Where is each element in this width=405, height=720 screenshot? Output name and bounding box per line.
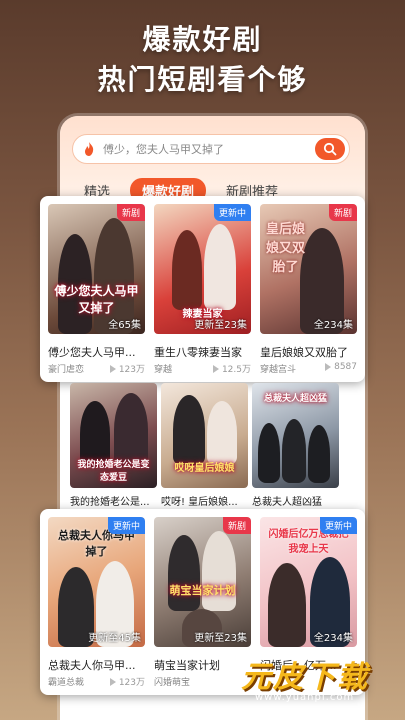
episode-count: 更新至23集 [194,320,247,331]
poster-title: 傅少您夫人马甲又掉了 [54,284,139,315]
drama-tag: 闪婚萌宝 [154,678,191,688]
row1-panel: 傅少您夫人马甲又掉了 新剧 全65集 傅少您夫人马甲... 豪门虐恋 123万 … [40,196,365,382]
badge-new: 新剧 [116,204,145,221]
poster[interactable]: 闪婚后亿万总裁把我宠上天 更新中 全234集 [260,517,357,647]
poster[interactable]: 我的抢婚老公是变态爱豆 [70,383,157,488]
actor-figure [168,535,200,611]
actor-figure [258,423,280,483]
drama-card[interactable]: 辣妻当家 更新中 更新至23集 重生八零辣妻当家 穿越 12.5万 [154,204,251,375]
drama-title[interactable]: 总裁夫人你马甲... [48,657,136,673]
drama-title[interactable]: 皇后娘娘又双胎了 [260,344,348,360]
episode-count: 全234集 [313,633,353,644]
actor-figure [172,230,202,310]
view-count-text: 123万 [118,365,145,375]
view-count: 123万 [109,362,145,375]
headline-line2: 热门短剧看个够 [97,63,308,96]
drama-tag: 豪门虐恋 [48,365,85,375]
watermark-logo: 元皮下载 www.yuanpi.com [241,652,401,710]
view-count-text: 123万 [118,678,145,688]
actor-figure [268,563,306,647]
drama-title[interactable]: 萌宝当家计划 [154,657,220,673]
drama-title[interactable]: 重生八零辣妻当家 [154,344,242,360]
play-icon [325,363,332,371]
poster-title: 我的抢婚老公是变态爱豆 [77,459,150,483]
poster[interactable]: 辣妻当家 更新中 更新至23集 [154,204,251,334]
watermark-brand: 元皮下载 [241,660,369,695]
poster[interactable]: 总裁夫人超凶猛 [252,383,339,488]
poster-title: 总裁夫人超凶猛 [263,394,327,404]
actor-figure [202,531,236,611]
poster-title: 皇后娘娘又双胎了 [265,222,305,275]
episode-count: 更新至45集 [88,633,141,644]
play-icon [109,364,116,373]
drama-tag: 霸道总裁 [48,678,85,688]
badge-updating: 更新中 [107,517,145,534]
view-count: 12.5万 [212,362,251,375]
episode-count: 更新至23集 [194,633,247,644]
poster-title: 萌宝当家计划 [169,584,236,597]
view-count-text: 8587 [334,362,357,372]
poster[interactable]: 萌宝当家计划 新剧 更新至23集 [154,517,251,647]
poster[interactable]: 总裁夫人你马甲掉了 更新中 更新至45集 [48,517,145,647]
poster[interactable]: 傅少您夫人马甲又掉了 新剧 全65集 [48,204,145,334]
drama-card[interactable]: 总裁夫人超凶猛 总裁夫人超凶猛 [252,383,339,508]
badge-new: 新剧 [222,517,251,534]
poster-title: 哎呀皇后娘娘 [174,462,235,474]
drama-card[interactable]: 我的抢婚老公是变态爱豆 我的抢婚老公是... [70,383,157,508]
flame-icon [85,142,94,156]
drama-title[interactable]: 哎呀! 皇后娘娘... [161,493,238,508]
actor-figure [207,401,237,465]
badge-new: 新剧 [328,204,357,221]
drama-title[interactable]: 傅少您夫人马甲... [48,344,136,360]
drama-tag: 穿越 [154,365,173,375]
watermark-url: www.yuanpi.com [255,692,355,703]
search-placeholder[interactable]: 傅少，您夫人马甲又掉了 [103,141,315,157]
actor-figure [308,425,330,483]
actor-figure [173,395,205,465]
actor-figure [282,419,306,483]
episode-count: 全65集 [108,320,141,331]
drama-title[interactable]: 总裁夫人超凶猛 [252,493,322,508]
actor-figure [204,224,236,310]
episode-count: 全234集 [313,320,353,331]
search-bar[interactable]: 傅少，您夫人马甲又掉了 [72,134,350,164]
view-count: 123万 [109,675,145,688]
drama-card[interactable]: 皇后娘娘又双胎了 新剧 全234集 皇后娘娘又双胎了 穿越宫斗 8587 [260,204,357,375]
poster[interactable]: 哎呀皇后娘娘 [161,383,248,488]
view-count-text: 12.5万 [221,365,251,375]
play-icon [212,364,219,373]
headline-line1: 爆款好剧 [142,23,263,56]
drama-tag: 穿越宫斗 [260,365,297,375]
drama-title[interactable]: 我的抢婚老公是... [70,493,150,508]
search-button[interactable] [315,138,345,160]
drama-card[interactable]: 萌宝当家计划 新剧 更新至23集 萌宝当家计划 闪婚萌宝 [154,517,251,688]
drama-card[interactable]: 总裁夫人你马甲掉了 更新中 更新至45集 总裁夫人你马甲... 霸道总裁 123… [48,517,145,688]
view-count: 8587 [324,362,357,372]
poster[interactable]: 皇后娘娘又双胎了 新剧 全234集 [260,204,357,334]
play-icon [109,677,116,686]
badge-updating: 更新中 [213,204,251,221]
badge-updating: 更新中 [319,517,357,534]
drama-card[interactable]: 傅少您夫人马甲又掉了 新剧 全65集 傅少您夫人马甲... 豪门虐恋 123万 [48,204,145,375]
search-icon [323,142,337,156]
drama-card[interactable]: 哎呀皇后娘娘 哎呀! 皇后娘娘... [161,383,248,508]
